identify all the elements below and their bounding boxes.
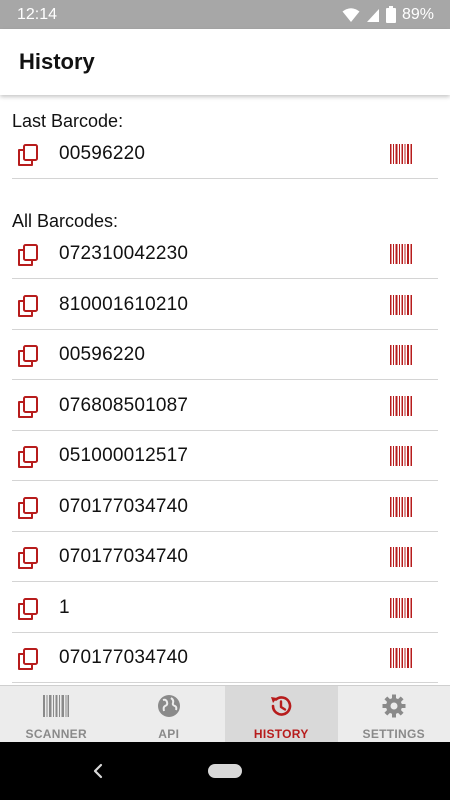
barcode-value: 1 <box>59 596 70 618</box>
barcode-value: 00596220 <box>59 143 146 164</box>
barcode-icon <box>43 693 70 719</box>
barcode-value: 070177034740 <box>59 495 189 517</box>
copy-icon[interactable] <box>16 395 40 419</box>
barcode-value: 076808501087 <box>59 394 189 416</box>
barcode-row[interactable]: 076808501087 <box>12 381 438 431</box>
gear-icon <box>381 693 407 719</box>
copy-icon[interactable] <box>16 597 40 621</box>
status-time: 12:14 <box>17 5 58 23</box>
status-bar: 12:14 89% <box>0 0 450 29</box>
copy-icon[interactable] <box>16 243 40 267</box>
barcode-value: 00596220 <box>59 344 146 365</box>
nav-settings[interactable]: SETTINGS <box>338 686 450 742</box>
barcode-row[interactable]: 1 <box>12 583 438 633</box>
copy-icon[interactable] <box>16 344 40 368</box>
barcode-icon[interactable] <box>390 547 412 567</box>
barcode-row[interactable]: 051000012517 <box>12 431 438 481</box>
copy-icon[interactable] <box>16 647 40 671</box>
cell-signal-icon <box>366 8 379 22</box>
battery-icon <box>385 6 396 23</box>
barcode-value: 072310042230 <box>59 243 189 264</box>
bottom-navigation: SCANNER API HISTORY SETTINGS <box>0 685 450 742</box>
nav-label: SCANNER <box>25 727 87 741</box>
globe-icon <box>156 693 182 719</box>
copy-icon[interactable] <box>16 294 40 318</box>
page-title: History <box>19 49 95 74</box>
last-barcode-row[interactable]: 00596220 <box>12 129 438 179</box>
barcode-icon[interactable] <box>390 395 412 416</box>
nav-api[interactable]: API <box>113 686 226 742</box>
home-pill[interactable] <box>208 764 242 778</box>
barcode-row[interactable]: 072310042230 <box>12 229 438 279</box>
barcode-icon[interactable] <box>390 144 412 164</box>
wifi-icon <box>342 7 360 22</box>
barcode-row[interactable]: 00596220 <box>12 330 438 380</box>
barcode-icon[interactable] <box>390 294 412 315</box>
history-icon <box>268 693 294 719</box>
nav-scanner[interactable]: SCANNER <box>0 686 113 742</box>
barcode-icon[interactable] <box>390 648 412 668</box>
barcode-icon[interactable] <box>390 496 412 517</box>
history-list[interactable]: Last Barcode: 00596220 All Barcodes: 072… <box>0 95 450 685</box>
barcode-value: 070177034740 <box>59 647 189 668</box>
nav-label: SETTINGS <box>362 727 425 741</box>
battery-percent: 89% <box>401 5 434 23</box>
barcode-icon[interactable] <box>390 446 412 466</box>
nav-label: HISTORY <box>253 727 309 741</box>
barcode-value: 070177034740 <box>59 546 189 567</box>
barcode-row[interactable]: 810001610210 <box>12 280 438 330</box>
barcode-icon[interactable] <box>390 597 412 618</box>
status-icons: 89% <box>342 6 434 24</box>
copy-icon[interactable] <box>16 143 40 167</box>
nav-history[interactable]: HISTORY <box>225 686 338 742</box>
copy-icon[interactable] <box>16 496 40 520</box>
barcode-value: 051000012517 <box>59 445 189 466</box>
barcode-row[interactable]: 070177034740 <box>12 482 438 532</box>
nav-label: API <box>158 727 180 741</box>
system-navigation-bar <box>0 742 450 800</box>
copy-icon[interactable] <box>16 445 40 469</box>
back-icon[interactable] <box>90 761 106 781</box>
app-bar: History <box>0 29 450 95</box>
barcode-icon[interactable] <box>390 345 412 365</box>
barcode-row[interactable]: 070177034740 <box>12 532 438 582</box>
copy-icon[interactable] <box>16 546 40 570</box>
barcode-icon[interactable] <box>390 244 412 264</box>
barcode-row[interactable]: 070177034740 <box>12 633 438 683</box>
barcode-value: 810001610210 <box>59 293 189 315</box>
